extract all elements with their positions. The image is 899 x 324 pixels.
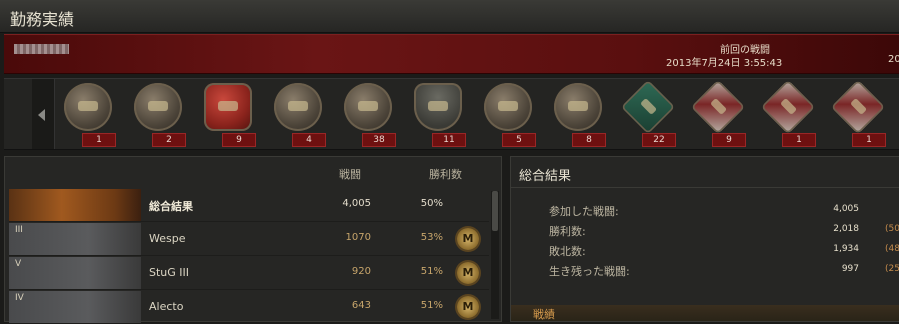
scrollbar-thumb[interactable] [492,191,498,231]
medal[interactable]: 1 [58,83,118,147]
medal-count: 5 [502,133,536,147]
last-battle-date: 2013年7月24日 3:55:43 [666,58,783,69]
red-dagger-medal-icon [690,79,746,135]
vehicle-tier: V [15,259,22,269]
vehicle-battles: 920 [351,266,371,277]
medal-count: 8 [572,133,606,147]
vehicle-name: 総合結果 [149,200,193,213]
summary-panel: 総合結果 参加した戦闘: 4,005 勝利数: 2,018 (50%) 敗北数:… [510,156,899,322]
vehicle-win-pct: 53% [420,232,443,243]
medal-strip: 1 2 9 4 38 11 5 8 22 9 1 1 [4,78,899,150]
stat-value: 4,005 [833,204,859,214]
vehicle-name: Alecto [149,300,184,313]
mastery-badge-icon: M [457,228,479,250]
table-row-total[interactable]: 総合結果 4,005 50% [9,189,489,222]
stat-label: 勝利数: [549,225,586,238]
window-title: 勤務実績 [10,10,75,29]
tank-silver-medal-icon [64,83,112,131]
mastery-badge-icon: M [457,262,479,284]
medal[interactable]: 11 [408,83,468,147]
stat-label: 敗北数: [549,245,586,258]
medal[interactable]: 2 [128,83,188,147]
vehicle-tier: IV [15,293,24,303]
stat-row: 参加した戦闘: 4,005 [549,201,889,219]
medal[interactable]: 8 [548,83,608,147]
red-flag-medal-icon [204,83,252,131]
medal[interactable]: 9 [688,79,748,147]
blue-tank-badge-medal-icon [830,79,886,135]
crosshair-tank-medal-icon [344,83,392,131]
medal[interactable]: 9 [198,83,258,147]
vehicle-image [9,257,141,289]
stat-pct: (25%) [885,264,899,274]
vehicle-image [9,223,141,255]
summary-title: 総合結果 [519,169,572,184]
table-row[interactable]: V StuG III 920 51% M [9,257,489,290]
medal-count: 1 [82,133,116,147]
medal-count: 1 [782,133,816,147]
medal-count: 38 [362,133,396,147]
stat-pct: (50%) [885,224,899,234]
section-header-record[interactable]: 戦績 [511,305,899,321]
title-bar: 勤務実績 [0,0,899,33]
medal[interactable]: 1 [828,79,888,147]
vehicle-stats-panel: 戦闘 勝利数 総合結果 4,005 50% III Wespe 1070 53%… [4,156,502,324]
vehicle-battles: 643 [351,300,371,311]
vehicle-win-pct: 51% [420,266,443,277]
medal[interactable]: 5 [478,83,538,147]
table-row[interactable]: III Wespe 1070 53% M [9,223,489,256]
player-name-redacted [14,44,69,54]
vehicle-name: StuG III [149,266,190,279]
medal-count: 11 [432,133,466,147]
shield-tank-medal-icon [414,83,462,131]
table-header: 戦闘 勝利数 [5,157,501,187]
medal[interactable]: 1 [758,79,818,147]
crossed-tanks-medal-icon [134,83,182,131]
col-battles[interactable]: 戦闘 [339,166,361,182]
stat-value: 997 [841,264,859,274]
table-scrollbar[interactable] [491,191,499,319]
medal-count: 1 [852,133,886,147]
medal-count: 9 [712,133,746,147]
vehicle-image [9,291,141,323]
medal-count: 22 [642,133,676,147]
stat-value: 2,018 [833,224,859,234]
vehicle-win-pct: 51% [420,300,443,311]
stat-pct: (48%) [885,244,899,254]
vehicle-win-pct: 50% [420,198,443,209]
kanji-badge-medal-icon [760,79,816,135]
stat-label: 参加した戦闘: [549,205,619,218]
overflow-date: 201 [888,54,899,65]
total-tank-image [9,189,141,221]
two-tanks-medal-icon [484,83,532,131]
player-banner: 前回の戦闘 2013年7月24日 3:55:43 201 [4,34,899,74]
medal-count: 2 [152,133,186,147]
medal-count: 4 [292,133,326,147]
vehicle-battles: 4,005 [342,198,371,209]
col-wins[interactable]: 勝利数 [429,166,462,182]
stat-row: 勝利数: 2,018 (50%) [549,221,899,239]
table-row[interactable]: IV Alecto 643 51% M [9,291,489,324]
green-diamond-medal-icon [620,79,676,135]
vehicle-battles: 1070 [345,232,371,243]
medal-count: 9 [222,133,256,147]
medal[interactable]: 22 [618,79,678,147]
medal[interactable]: 4 [268,83,328,147]
medal[interactable]: 38 [338,83,398,147]
stat-value: 1,934 [833,244,859,254]
stat-row: 生き残った戦闘: 997 (25%) [549,261,899,279]
scroll-left-button[interactable] [32,79,55,149]
mastery-badge-icon: M [457,296,479,318]
chevron-left-icon [38,109,45,121]
sword-wreath-medal-icon [554,83,602,131]
wreath-tank-medal-icon [274,83,322,131]
vehicle-tier: III [15,225,23,235]
divider [511,187,899,188]
stat-label: 生き残った戦闘: [549,265,630,278]
stat-row: 敗北数: 1,934 (48%) [549,241,899,259]
vehicle-name: Wespe [149,232,186,245]
